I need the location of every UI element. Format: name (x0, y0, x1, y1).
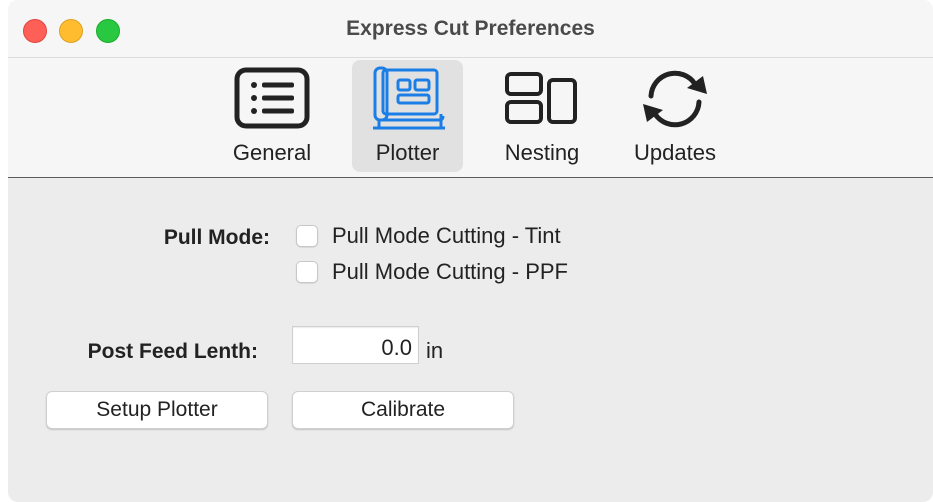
pull-mode-ppf-checkbox[interactable] (296, 261, 318, 283)
setup-plotter-button[interactable]: Setup Plotter (46, 391, 268, 429)
nesting-icon (505, 72, 577, 124)
plotter-settings-panel: Pull Mode: Pull Mode Cutting - Tint Pull… (8, 178, 933, 502)
refresh-icon (643, 70, 707, 128)
post-feed-length-input[interactable]: 0.0 (292, 326, 419, 364)
tab-updates-label: Updates (634, 140, 716, 165)
calibrate-button[interactable]: Calibrate (292, 391, 514, 429)
pull-mode-ppf-label: Pull Mode Cutting - PPF (332, 259, 568, 284)
tab-nesting[interactable]: Nesting (492, 60, 592, 172)
plotter-icon (373, 66, 445, 130)
tab-plotter[interactable]: Plotter (352, 60, 463, 172)
tab-general[interactable]: General (222, 60, 322, 172)
tab-general-label: General (232, 140, 312, 165)
post-feed-label: Post Feed Lenth: (87, 340, 258, 363)
pull-mode-tint-label: Pull Mode Cutting - Tint (332, 223, 561, 248)
tab-updates[interactable]: Updates (622, 60, 728, 172)
pull-mode-tint-option[interactable]: Pull Mode Cutting - Tint (296, 222, 561, 250)
tab-nesting-label: Nesting (504, 140, 580, 165)
pull-mode-ppf-option[interactable]: Pull Mode Cutting - PPF (296, 258, 568, 286)
pull-mode-label: Pull Mode: (163, 226, 270, 249)
titlebar-toolbar: Express Cut Preferences General Plotter … (8, 0, 933, 178)
post-feed-unit: in (426, 338, 444, 363)
title-divider (8, 57, 933, 58)
window-title: Express Cut Preferences (346, 17, 595, 40)
preferences-window: Express Cut Preferences General Plotter … (8, 0, 933, 502)
tab-plotter-label: Plotter (375, 140, 440, 165)
pull-mode-tint-checkbox[interactable] (296, 225, 318, 247)
list-icon (234, 67, 310, 129)
